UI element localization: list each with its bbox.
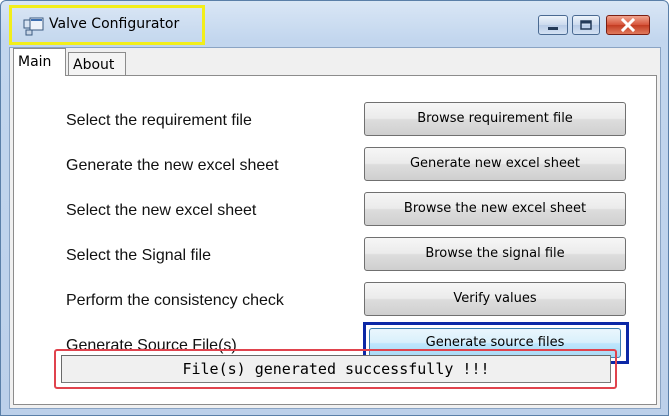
browse-excel-button[interactable]: Browse the new excel sheet	[364, 192, 626, 226]
generate-excel-button[interactable]: Generate new excel sheet	[364, 147, 626, 181]
tab-main-label: Main	[18, 54, 52, 70]
row-label-signal: Select the Signal file	[66, 247, 211, 264]
window-title: Valve Configurator	[49, 16, 180, 32]
close-icon	[620, 17, 636, 33]
minimize-icon	[548, 27, 558, 30]
browse-requirement-button[interactable]: Browse requirement file	[364, 102, 626, 136]
row-label-generate-excel: Generate the new excel sheet	[66, 157, 279, 174]
row-label-requirement: Select the requirement file	[66, 112, 252, 129]
row-label-consistency: Perform the consistency check	[66, 292, 284, 309]
tab-about[interactable]: About	[68, 52, 126, 76]
minimize-button[interactable]	[538, 15, 568, 35]
maximize-button[interactable]	[572, 15, 600, 35]
tab-main[interactable]: Main	[13, 48, 66, 76]
close-button[interactable]	[606, 15, 650, 35]
verify-values-button[interactable]: Verify values	[364, 282, 626, 316]
tab-about-label: About	[73, 57, 115, 73]
row-label-select-excel: Select the new excel sheet	[66, 202, 257, 219]
app-window-icon	[23, 17, 45, 37]
title-bar[interactable]: Valve Configurator	[1, 1, 668, 45]
maximize-icon	[580, 20, 592, 30]
status-message: File(s) generated successfully !!!	[61, 355, 611, 383]
caption-buttons	[530, 15, 650, 37]
browse-signal-button[interactable]: Browse the signal file	[364, 237, 626, 271]
app-window: Valve Configurator Main About Select the…	[0, 0, 669, 416]
